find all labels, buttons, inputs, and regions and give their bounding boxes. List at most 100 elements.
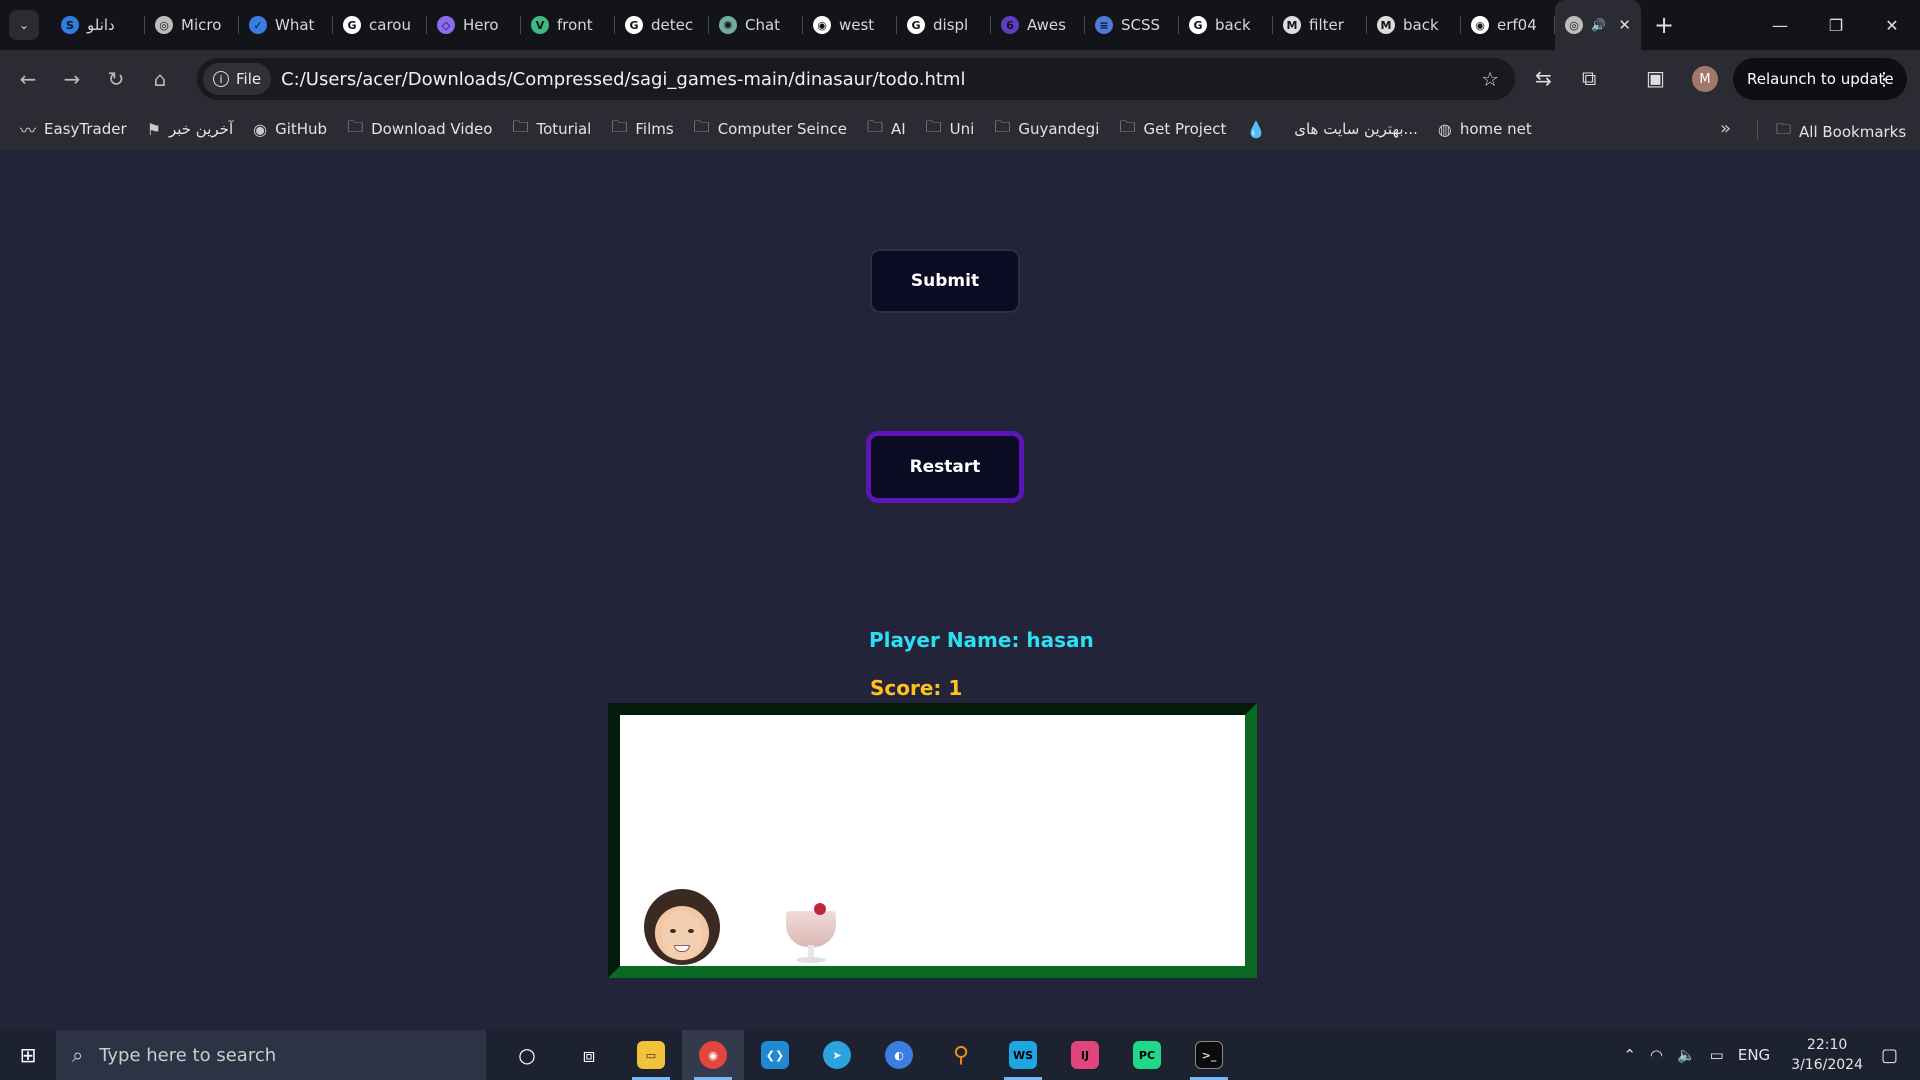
browser-tab[interactable]: Gdispl [897,0,991,50]
tab-favicon-icon: 6 [1001,16,1019,34]
url-text[interactable]: C:/Users/acer/Downloads/Compressed/sagi_… [281,69,965,90]
task-view-button[interactable]: ⧈ [558,1030,620,1080]
cortana-button[interactable]: ○ [496,1030,558,1080]
side-panel-icon[interactable]: ▣ [1646,66,1665,90]
telegram-app[interactable]: ➤ [806,1030,868,1080]
browser-tab[interactable]: ✺ Chat [709,0,803,50]
search-tool-app[interactable]: ⚲ [930,1030,992,1080]
close-tab-icon[interactable]: ✕ [1618,16,1631,34]
intellij-app[interactable]: IJ [1054,1030,1116,1080]
terminal-app[interactable]: >_ [1178,1030,1240,1080]
network-icon[interactable]: ◠ [1650,1046,1663,1064]
folder-icon: 🗀 [512,116,529,136]
game-board[interactable] [620,715,1245,966]
file-explorer-app[interactable]: ▭ [620,1030,682,1080]
restore-button[interactable]: ❐ [1808,0,1864,50]
language-indicator[interactable]: ENG [1738,1046,1770,1064]
battery-icon[interactable]: ▭ [1710,1046,1724,1064]
bookmark-item[interactable]: 🗀 Computer Seince [694,116,847,143]
bookmark-item[interactable]: 🗀 Uni [926,116,975,143]
forward-button[interactable]: → [50,59,94,99]
address-bar[interactable]: i File C:/Users/acer/Downloads/Compresse… [197,58,1515,100]
profile-avatar[interactable]: M [1692,66,1718,92]
bookmark-label: بهترین سایت های... [1294,120,1418,138]
browser-tab[interactable]: Mfilter [1273,0,1367,50]
browser-tab[interactable]: Mback [1367,0,1461,50]
bookmark-item[interactable]: ⚑ آخرین خبر [147,120,234,139]
bookmark-label: AI [890,120,906,138]
browser-tab[interactable]: Gcarou [333,0,427,50]
bookmark-label: Guyandegi [1018,120,1100,138]
active-browser-tab[interactable]: ◎ 🔊 ✕ [1555,0,1641,50]
bookmark-label: Computer Seince [717,120,847,138]
reload-button[interactable]: ↻ [94,59,138,99]
site-info-chip[interactable]: i File [203,63,272,95]
all-bookmarks-label: All Bookmarks [1799,122,1907,141]
webstorm-app[interactable]: WS [992,1030,1054,1080]
close-window-button[interactable]: ✕ [1864,0,1920,50]
browser-tab[interactable]: ≡ SCSS [1085,0,1179,50]
bookmark-item[interactable]: 🗀 Get Project [1119,116,1226,143]
browser-tab[interactable]: ✓ What [239,0,333,50]
bookmark-item[interactable]: بهترین سایت های... [1294,120,1418,138]
site-info-label: File [236,70,262,88]
browser-tab[interactable]: Gdetec [615,0,709,50]
chrome-icon: ◉ [699,1041,727,1069]
bookmark-item[interactable]: 🗀 Toturial [512,116,591,143]
bookmark-item[interactable]: ◉ GitHub [253,120,327,139]
bookmark-item[interactable]: 🗀 AI [867,116,906,143]
bookmark-item[interactable]: 🗀 Films [611,116,673,143]
bookmark-item[interactable]: 🗀 Guyandegi [994,116,1099,143]
browser-tab[interactable]: ◇ Hero [427,0,521,50]
start-button[interactable]: ⊞ [0,1030,56,1080]
home-button[interactable]: ⌂ [138,59,182,99]
browser-tab[interactable]: ◉ west [803,0,897,50]
bookmark-label: Download Video [371,120,493,138]
restart-button[interactable]: Restart [866,431,1024,503]
browser-tab[interactable]: Gback [1179,0,1273,50]
bookmark-star-icon[interactable]: ☆ [1481,67,1499,91]
volume-icon[interactable]: 🔈 [1677,1046,1696,1064]
notifications-icon[interactable]: ▢ [1881,1045,1898,1066]
browser-tab[interactable]: Vfront [521,0,615,50]
browser-tab[interactable]: 6 Awes [991,0,1085,50]
tab-title: SCSS [1121,16,1161,34]
tab-search-button[interactable]: ⌄ [9,10,39,40]
bookmark-item[interactable]: ◍ home net [1438,120,1532,139]
bookmark-item[interactable]: 〰 EasyTrader [20,117,127,141]
pycharm-app[interactable]: PC [1116,1030,1178,1080]
browser-tab[interactable]: S دانلو [51,0,145,50]
tab-title: Hero [463,16,499,34]
browser-tab[interactable]: ◉ erf04 [1461,0,1555,50]
new-tab-button[interactable]: + [1649,10,1679,40]
tab-favicon-icon: G [343,16,361,34]
taskbar-search-placeholder: Type here to search [99,1044,277,1066]
tab-title: filter [1309,16,1344,34]
more-menu-icon[interactable]: ⋮ [1875,69,1893,90]
tab-favicon-icon: ≡ [1095,16,1113,34]
extensions-icon[interactable]: ⧉ [1582,66,1596,90]
show-hidden-icons-button[interactable]: ⌃ [1623,1046,1636,1064]
chevron-down-icon: ⌄ [18,18,30,32]
tab-title: back [1215,16,1251,34]
submit-button[interactable]: Submit [870,249,1020,313]
bookmarks-divider [1757,120,1758,140]
bookmark-item[interactable]: 💧 [1246,120,1274,139]
obstacle-milkshake [784,899,838,965]
taskbar-search[interactable]: ⌕ Type here to search [56,1030,486,1080]
bookmark-item[interactable]: 🗀 Download Video [347,116,492,143]
tab-title: detec [651,16,694,34]
chrome-app[interactable]: ◉ [682,1030,744,1080]
audio-playing-icon[interactable]: 🔊 [1591,18,1606,32]
folder-icon: 🗀 [1776,120,1792,138]
browser-tab[interactable]: ◎ Micro [145,0,239,50]
relaunch-button[interactable]: Relaunch to update ⋮ [1733,58,1907,100]
bookmarks-overflow-button[interactable]: » [1720,118,1731,139]
back-button[interactable]: ← [6,59,50,99]
translate-icon[interactable]: ⇆ [1535,66,1552,90]
clock[interactable]: 22:10 3/16/2024 [1791,1035,1863,1075]
minimize-button[interactable]: — [1752,0,1808,50]
browser-app[interactable]: ◐ [868,1030,930,1080]
all-bookmarks-button[interactable]: 🗀 All Bookmarks [1776,119,1906,144]
vscode-app[interactable]: ❮❯ [744,1030,806,1080]
